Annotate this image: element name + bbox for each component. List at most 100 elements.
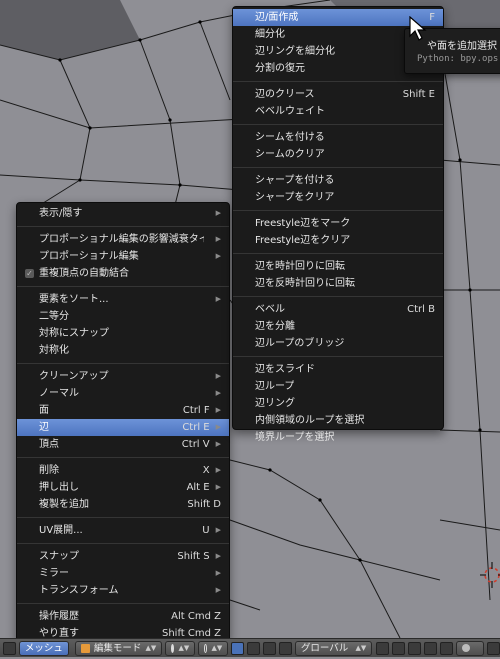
layer-icon[interactable] <box>376 641 390 655</box>
menu-item-right: Ctrl B <box>401 301 435 318</box>
edge-menu-item[interactable]: Freestyle辺をマーク <box>233 215 443 232</box>
menu-item-label: ミラー <box>39 568 69 579</box>
left-menu-item[interactable]: 削除 X ▶ <box>17 462 229 479</box>
left-menu-item[interactable]: クリーンアップ ▶ <box>17 368 229 385</box>
left-menu-item[interactable]: 複製を追加 Shift D <box>17 496 229 513</box>
left-menu-item[interactable]: 二等分 <box>17 308 229 325</box>
menu-separator <box>17 363 229 364</box>
manipulator-toggle-icon[interactable] <box>231 641 245 655</box>
edge-menu-item[interactable]: 辺ループ <box>233 378 443 395</box>
menu-item-label: シャープを付ける <box>255 175 335 186</box>
edge-menu-item[interactable]: ベベル Ctrl B <box>233 301 443 318</box>
translate-manipulator-icon[interactable] <box>247 641 261 655</box>
menu-item-label: 頂点 <box>39 439 59 450</box>
3d-view-header: メッシュ 編集モード ▲▼ ▲▼ ▲▼ グローバル ▲▼ <box>0 638 500 657</box>
pivot-icon <box>204 643 208 653</box>
menu-item-label: 重複頂点の自動結合 <box>39 268 129 279</box>
menu-item-shortcut: Alt E <box>186 482 210 493</box>
orientation-label: グローバル <box>300 642 349 654</box>
left-menu-item[interactable]: プロポーショナル編集の影響減衰タイプ ▶ <box>17 231 229 248</box>
edge-menu-item[interactable]: Freestyle辺をクリア <box>233 232 443 249</box>
left-menu-item[interactable]: 面 Ctrl F ▶ <box>17 402 229 419</box>
edge-menu-item[interactable]: シームを付ける <box>233 129 443 146</box>
updown-arrows-icon: ▲▼ <box>145 643 157 652</box>
edge-menu-item[interactable]: シャープを付ける <box>233 172 443 189</box>
pivot-selector[interactable]: ▲▼ <box>198 640 229 656</box>
edge-menu-item[interactable]: 辺リング <box>233 395 443 412</box>
menu-separator <box>233 356 443 357</box>
menu-item-right: Alt Cmd Z <box>165 608 221 625</box>
edge-menu-item[interactable]: シャープをクリア <box>233 189 443 206</box>
checkbox-icon[interactable]: ✓ <box>25 269 34 278</box>
menu-item-shortcut: Ctrl E <box>182 422 210 433</box>
face-select-icon[interactable] <box>423 641 437 655</box>
menu-item-right: Shift E <box>397 86 435 103</box>
submenu-arrow-icon: ▶ <box>215 552 221 560</box>
menu-separator <box>17 286 229 287</box>
left-menu-item[interactable]: 押し出し Alt E ▶ <box>17 479 229 496</box>
menu-item-right: Ctrl V ▶ <box>176 436 221 453</box>
vertex-select-icon[interactable] <box>392 641 406 655</box>
left-menu-item[interactable]: 辺 Ctrl E ▶ <box>17 419 229 436</box>
menu-item-shortcut: X <box>202 465 210 476</box>
menu-separator <box>233 167 443 168</box>
edge-menu-item[interactable]: シームのクリア <box>233 146 443 163</box>
edge-menu-item[interactable]: 境界ループを選択 <box>233 429 443 446</box>
updown-arrows-icon: ▲▼ <box>178 643 190 652</box>
edge-menu-item[interactable]: 辺ループのブリッジ <box>233 335 443 352</box>
menu-item-label: Freestyle辺をクリア <box>255 235 351 246</box>
editor-type-icon[interactable] <box>3 641 16 655</box>
menu-item-label: 辺ループ <box>255 381 295 392</box>
left-menu-item[interactable]: 要素をソート... ▶ <box>17 291 229 308</box>
edge-menu-item[interactable]: 辺を分離 <box>233 318 443 335</box>
menu-item-label: クリーンアップ <box>39 371 109 382</box>
mesh-menu-button[interactable]: メッシュ <box>18 640 69 656</box>
menu-item-shortcut: U <box>202 525 210 536</box>
menu-item-label: 辺リング <box>255 398 295 409</box>
left-menu-item[interactable]: ミラー ▶ <box>17 565 229 582</box>
edge-menu-item[interactable]: 辺のクリース Shift E <box>233 86 443 103</box>
edge-menu-item[interactable]: 辺を時計回りに回転 <box>233 258 443 275</box>
menu-item-label: シャープをクリア <box>255 192 335 203</box>
edge-menu-item[interactable]: 辺を反時計回りに回転 <box>233 275 443 292</box>
menu-item-shortcut: Shift S <box>177 551 210 562</box>
orientation-selector[interactable]: グローバル ▲▼ <box>294 640 373 656</box>
left-menu-item[interactable]: トランスフォーム ▶ <box>17 582 229 599</box>
menu-item-right: Ctrl E ▶ <box>176 419 221 436</box>
menu-item-label: 対称化 <box>39 345 69 356</box>
left-menu-item[interactable]: 対称化 <box>17 342 229 359</box>
edge-menu-item[interactable]: 辺をスライド <box>233 361 443 378</box>
menu-separator <box>17 603 229 604</box>
menu-separator <box>17 457 229 458</box>
left-menu-item[interactable]: 頂点 Ctrl V ▶ <box>17 436 229 453</box>
left-menu-item[interactable]: ノーマル ▶ <box>17 385 229 402</box>
rotate-manipulator-icon[interactable] <box>263 641 276 655</box>
submenu-arrow-icon: ▶ <box>215 406 221 414</box>
menu-item-label: 面 <box>39 405 49 416</box>
left-menu-item[interactable]: UV展開... U ▶ <box>17 522 229 539</box>
left-menu-item[interactable]: スナップ Shift S ▶ <box>17 548 229 565</box>
menu-item-label: 対称にスナップ <box>39 328 109 339</box>
menu-separator <box>233 124 443 125</box>
left-menu-item[interactable]: プロポーショナル編集 ▶ <box>17 248 229 265</box>
menu-item-right: Ctrl F ▶ <box>177 402 221 419</box>
proportional-icon <box>461 644 470 652</box>
left-menu-item[interactable]: 表示/隠す ▶ <box>17 205 229 222</box>
edge-menu-item[interactable]: ベベルウェイト <box>233 103 443 120</box>
occlude-geometry-icon[interactable] <box>439 641 453 655</box>
mode-selector[interactable]: 編集モード ▲▼ <box>74 640 163 656</box>
menu-item-label: 辺を反時計回りに回転 <box>255 278 355 289</box>
menu-separator <box>233 296 443 297</box>
submenu-arrow-icon: ▶ <box>215 252 221 260</box>
edge-select-icon[interactable] <box>408 641 421 655</box>
left-menu-item[interactable]: 対称にスナップ <box>17 325 229 342</box>
left-menu-item[interactable]: 操作履歴 Alt Cmd Z <box>17 608 229 625</box>
mesh-menu: 表示/隠す ▶ プロポーショナル編集の影響減衰タイプ ▶ プロポーショナル編集 ▶ ✓ 重複頂… <box>16 202 230 656</box>
edge-menu-item[interactable]: 内側領域のループを選択 <box>233 412 443 429</box>
proportional-edit-selector[interactable] <box>455 640 485 656</box>
left-menu-item[interactable]: ✓ 重複頂点の自動結合 <box>17 265 229 282</box>
snap-icon[interactable] <box>487 641 500 655</box>
viewport-shading-selector[interactable]: ▲▼ <box>165 640 196 656</box>
scale-manipulator-icon[interactable] <box>278 641 292 655</box>
menu-item-label: プロポーショナル編集の影響減衰タイプ <box>39 234 204 245</box>
